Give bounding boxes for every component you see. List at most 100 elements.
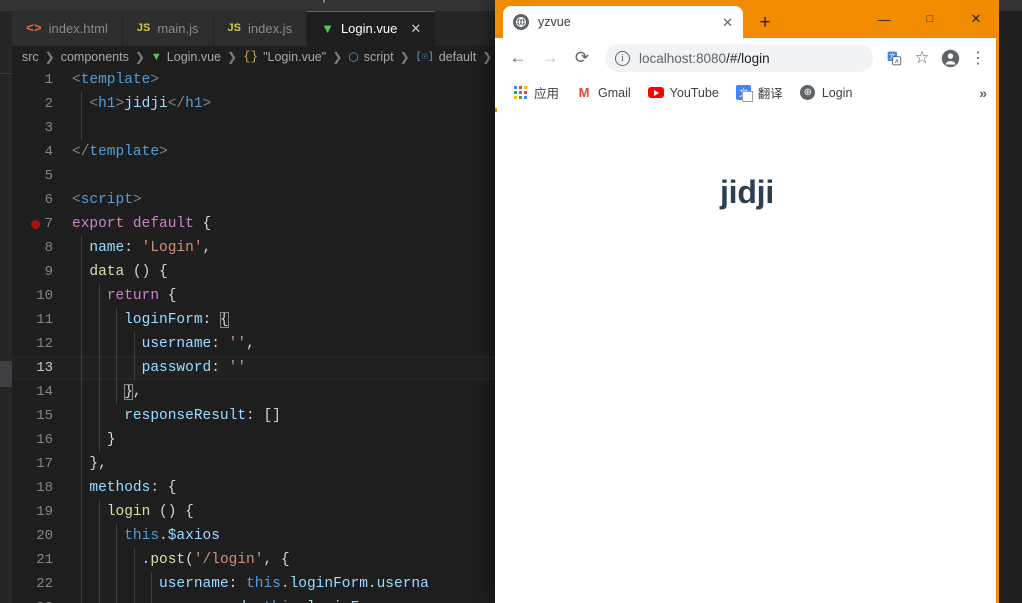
vue-icon: ▼ — [150, 51, 162, 63]
sidebar-scrollbar-thumb[interactable] — [0, 361, 12, 387]
browser-toolbar: ← → ⟳ i localhost:8080/#/login 文 A ☆ ⋮ — [495, 38, 999, 78]
bookmark-label: Gmail — [598, 85, 631, 100]
bookmark-label: YouTube — [669, 85, 719, 100]
translate-icon[interactable]: 文 A — [881, 45, 907, 71]
indent-guide — [81, 92, 82, 116]
menu-view[interactable]: View — [139, 0, 165, 3]
indent-guide — [98, 284, 100, 308]
menu-edit[interactable]: Edit — [41, 0, 62, 3]
menu-go[interactable]: Go — [179, 0, 195, 3]
line-number: 12 — [36, 336, 53, 352]
page-viewport: jidji — [495, 112, 999, 603]
indent-guide — [133, 332, 135, 356]
html-icon: <> — [26, 21, 42, 36]
line-number: 16 — [36, 432, 53, 448]
breadcrumb-separator: ❯ — [44, 50, 55, 64]
back-button[interactable]: ← — [503, 43, 533, 73]
indent-guide — [98, 596, 100, 603]
line-number: 5 — [44, 168, 53, 184]
indent-guide — [98, 332, 100, 356]
code-text: <template> — [72, 72, 160, 88]
menu-run[interactable]: Run — [209, 0, 231, 3]
editor-tab-main-js[interactable]: JS main.js — [122, 11, 214, 46]
youtube-icon — [647, 85, 664, 101]
indent-guide — [116, 332, 117, 356]
bookmark--[interactable]: 文翻译 — [729, 80, 790, 105]
line-number: 18 — [36, 480, 53, 496]
maximize-button[interactable]: □ — [907, 0, 953, 38]
breadcrumb-separator: ❯ — [332, 50, 343, 64]
bookmark-gmail[interactable]: M Gmail — [569, 82, 638, 104]
editor-tab-login-vue[interactable]: ▼ Login.vue ✕ — [307, 11, 437, 46]
line-number: 9 — [44, 264, 53, 280]
code-text: data () { — [89, 264, 168, 280]
code-text: .post('/login', { — [141, 552, 290, 568]
new-tab-button[interactable]: + — [753, 11, 777, 35]
symbol-icon: [☉] — [415, 52, 434, 63]
code-text: </template> — [72, 144, 168, 160]
bookmark-youtube[interactable]: YouTube — [641, 82, 726, 104]
minimize-button[interactable]: — — [861, 0, 907, 38]
line-number: 14 — [36, 384, 53, 400]
breadcrumb-item-3[interactable]: {} "Login.vue" — [243, 50, 326, 64]
js-icon: JS — [136, 22, 151, 34]
bookmark-star-icon[interactable]: ☆ — [909, 45, 935, 71]
reload-button[interactable]: ⟳ — [567, 43, 597, 73]
address-bar[interactable]: i localhost:8080/#/login — [605, 44, 873, 72]
indent-guide — [98, 356, 100, 380]
code-text: this.$axios — [124, 528, 220, 544]
close-button[interactable]: ✕ — [953, 0, 999, 38]
editor-tab-index-html[interactable]: <> index.html — [12, 11, 123, 46]
line-number: 7 — [44, 216, 53, 232]
breadcrumb-item-5[interactable]: [☉] default — [416, 50, 477, 64]
breadcrumb-item-1[interactable]: components — [61, 50, 129, 64]
indent-guide — [116, 596, 117, 603]
indent-guide — [81, 380, 82, 404]
line-number: 21 — [36, 552, 53, 568]
close-icon[interactable]: ✕ — [410, 22, 421, 35]
close-icon[interactable]: ✕ — [722, 16, 733, 29]
code-text: }, — [124, 384, 142, 400]
indent-guide — [98, 524, 100, 548]
breakpoint-icon[interactable] — [31, 219, 40, 229]
indent-guide — [116, 548, 117, 572]
browser-title-bar[interactable]: yzvue ✕ + — □ ✕ — [495, 0, 999, 38]
code-text: login () { — [106, 504, 194, 520]
breadcrumb-item-4[interactable]: ⬡ script — [348, 50, 393, 64]
bookmark-label: Login — [821, 85, 853, 100]
indent-guide — [81, 116, 82, 140]
bookmark--[interactable]: 应用 — [505, 80, 566, 105]
code-text: export default { — [72, 216, 212, 232]
indent-guide — [98, 500, 100, 524]
indent-guide — [116, 524, 117, 548]
menu-help[interactable]: Help — [305, 0, 330, 3]
indent-guide — [133, 548, 135, 572]
forward-button[interactable]: → — [535, 43, 565, 73]
browser-menu-icon[interactable]: ⋮ — [965, 45, 991, 71]
editor-tab-index-js[interactable]: JS index.js — [213, 11, 308, 46]
indent-guide — [81, 404, 82, 428]
menu-selection[interactable]: Selection — [76, 0, 125, 3]
menu-file[interactable]: File — [8, 0, 27, 3]
breadcrumb-separator: ❯ — [227, 50, 238, 64]
indent-guide — [133, 356, 135, 380]
indent-guide — [81, 572, 82, 596]
bookmarks-overflow-icon[interactable]: » — [979, 85, 987, 101]
line-number: 2 — [44, 96, 53, 112]
breadcrumb-item-0[interactable]: src — [22, 50, 39, 64]
editor-tab-label: index.js — [247, 21, 293, 36]
indent-guide — [133, 572, 135, 596]
browser-tab[interactable]: yzvue ✕ — [503, 6, 743, 38]
site-info-icon[interactable]: i — [615, 50, 630, 66]
bookmark-login[interactable]: ⊕ Login — [793, 82, 860, 104]
line-number: 11 — [36, 312, 53, 328]
indent-guide — [81, 356, 82, 380]
menu-terminal[interactable]: Terminal — [245, 0, 290, 3]
breadcrumb-item-label: script — [363, 50, 394, 64]
breadcrumb-item-2[interactable]: ▼ Login.vue — [151, 50, 221, 64]
avatar[interactable] — [937, 45, 963, 71]
indent-guide — [151, 596, 152, 603]
vscode-activity-bar[interactable] — [0, 11, 12, 603]
indent-guide — [98, 380, 100, 404]
line-number: 20 — [36, 528, 53, 544]
